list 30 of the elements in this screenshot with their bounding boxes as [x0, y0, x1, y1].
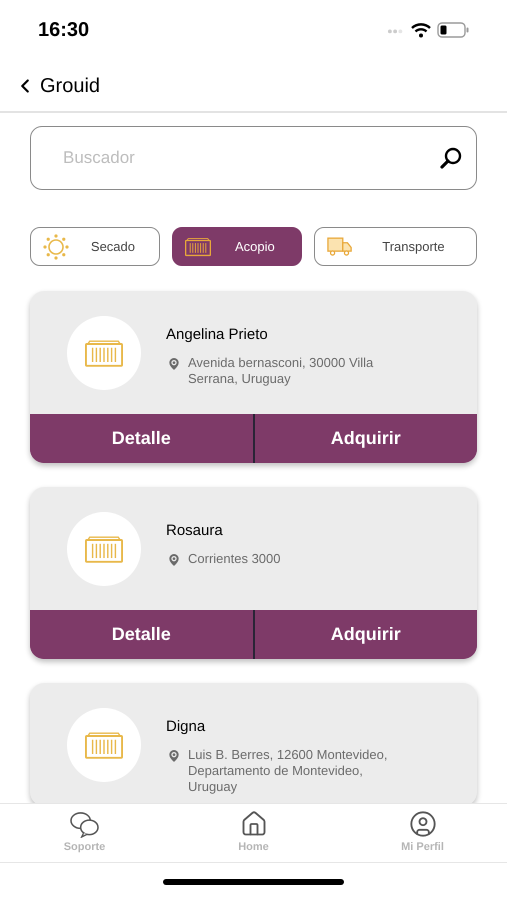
- provider-address: Avenida bernasconi, 30000 Villa Serrana, Uruguay: [188, 354, 374, 386]
- sun-icon: [43, 234, 69, 260]
- profile-icon: [408, 810, 436, 838]
- signal-icon: [387, 26, 405, 34]
- card-action-button[interactable]: Adquirir: [252, 610, 477, 659]
- search-icon[interactable]: [439, 146, 463, 170]
- filter-tab[interactable]: Transporte: [314, 227, 478, 266]
- provider-name: Rosaura: [166, 521, 224, 541]
- crate-icon: [85, 340, 123, 366]
- back-button[interactable]: Grouid: [14, 70, 100, 100]
- truck-icon: [326, 236, 353, 257]
- card-action-button[interactable]: Adquirir: [252, 414, 477, 463]
- home-icon: [240, 810, 268, 838]
- wifi-icon: [411, 22, 431, 38]
- provider-address: Corrientes 3000: [188, 550, 282, 566]
- status-time: 16:30: [38, 18, 90, 43]
- provider-name: Angelina Prieto: [166, 325, 269, 345]
- provider-name: Digna: [166, 717, 206, 737]
- search-field[interactable]: Buscador: [30, 126, 477, 190]
- location-pin-icon: [166, 748, 182, 764]
- crate-icon: [85, 536, 123, 562]
- filter-tab[interactable]: Secado: [30, 227, 160, 266]
- crate-icon: [85, 732, 123, 758]
- crate-icon: [184, 236, 211, 256]
- battery-icon: [437, 22, 469, 38]
- provider-address: Luis B. Berres, 12600 Montevideo, Departamento de Montevideo, Uruguay: [188, 746, 388, 794]
- location-pin-icon: [166, 356, 182, 372]
- location-pin-icon: [166, 552, 182, 568]
- chat-bubbles-icon: [69, 810, 100, 838]
- filter-tab[interactable]: Acopio: [172, 227, 302, 266]
